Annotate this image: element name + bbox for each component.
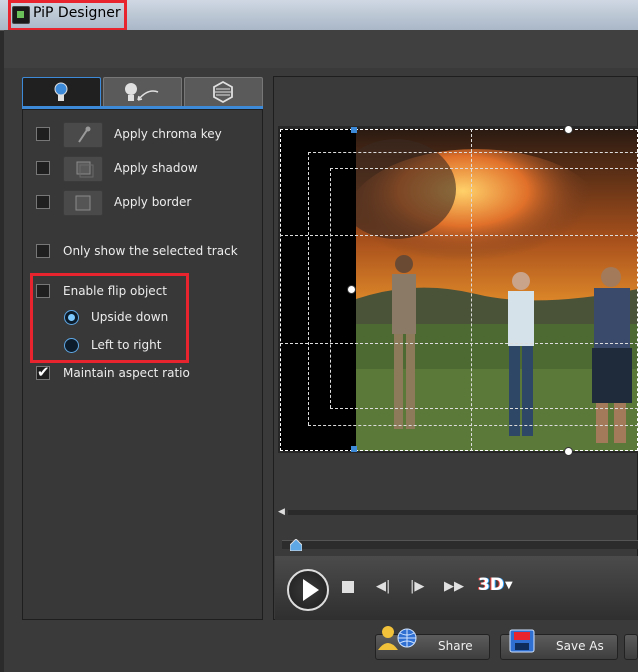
shadow-checkbox[interactable] xyxy=(36,161,50,175)
resize-handle[interactable] xyxy=(564,447,573,456)
left-to-right-radio[interactable] xyxy=(64,338,79,353)
tab-properties[interactable] xyxy=(22,77,101,106)
seek-bar[interactable] xyxy=(282,540,638,549)
scroll-left-icon[interactable]: ◀ xyxy=(278,507,285,517)
options-panel xyxy=(22,109,263,620)
chroma-key-checkbox[interactable] xyxy=(36,127,50,141)
safe-area-line xyxy=(330,168,638,169)
shadow-label: Apply shadow xyxy=(114,161,198,175)
object-handle[interactable] xyxy=(351,446,357,452)
left-to-right-label: Left to right xyxy=(91,338,162,352)
object-handle[interactable] xyxy=(351,127,357,133)
horizontal-scrollbar[interactable] xyxy=(288,510,638,515)
hexagon-mask-icon xyxy=(213,80,233,104)
top-band xyxy=(4,30,638,68)
title-highlight-box xyxy=(8,0,127,31)
selected-track-label: Only show the selected track xyxy=(63,244,238,258)
flip-label: Enable flip object xyxy=(63,284,167,298)
safe-area-line xyxy=(330,408,638,409)
resize-handle[interactable] xyxy=(347,285,356,294)
border-icon xyxy=(75,195,91,211)
safe-area-line xyxy=(330,168,331,408)
grid-line xyxy=(280,343,638,344)
grid-line xyxy=(280,235,638,236)
chroma-key-label: Apply chroma key xyxy=(114,127,222,141)
eyedropper-icon xyxy=(78,126,91,143)
save-as-icon xyxy=(509,629,535,653)
safe-area-line xyxy=(308,152,638,153)
aspect-ratio-checkbox[interactable] xyxy=(36,363,50,381)
selected-track-checkbox[interactable] xyxy=(36,244,50,258)
lightbulb-motion-icon xyxy=(125,83,159,101)
more-button[interactable] xyxy=(624,634,638,660)
border-checkbox[interactable] xyxy=(36,195,50,209)
aspect-ratio-label: Maintain aspect ratio xyxy=(63,366,190,380)
play-button[interactable] xyxy=(287,569,329,611)
resize-handle[interactable] xyxy=(564,125,573,134)
tab-strip xyxy=(22,77,263,107)
safe-area-line xyxy=(308,152,309,425)
border-label: Apply border xyxy=(114,195,192,209)
upside-down-label: Upside down xyxy=(91,310,169,324)
chroma-key-settings-button[interactable] xyxy=(63,122,103,148)
tab-mask[interactable] xyxy=(184,77,263,106)
border-settings-button[interactable] xyxy=(63,190,103,216)
next-frame-button[interactable]: |▶ xyxy=(410,579,424,594)
tab-motion[interactable] xyxy=(103,77,182,106)
selection-frame[interactable] xyxy=(280,129,638,451)
3d-mode-button[interactable]: 3D xyxy=(478,575,504,595)
share-label: Share xyxy=(438,639,473,653)
shadow-icon xyxy=(76,161,94,178)
seek-thumb[interactable] xyxy=(290,539,302,551)
upside-down-radio[interactable] xyxy=(64,310,79,325)
share-icon xyxy=(378,626,417,650)
flip-checkbox[interactable] xyxy=(36,284,50,298)
fast-forward-button[interactable]: ▶▶ xyxy=(444,579,464,594)
stop-button[interactable] xyxy=(342,581,354,593)
chevron-down-icon[interactable]: ▼ xyxy=(505,580,513,591)
safe-area-line xyxy=(308,425,638,426)
shadow-settings-button[interactable] xyxy=(63,156,103,182)
grid-line xyxy=(471,129,472,451)
lightbulb-icon xyxy=(54,82,68,101)
save-as-label: Save As xyxy=(556,639,604,653)
previous-frame-button[interactable]: ◀| xyxy=(376,579,390,594)
